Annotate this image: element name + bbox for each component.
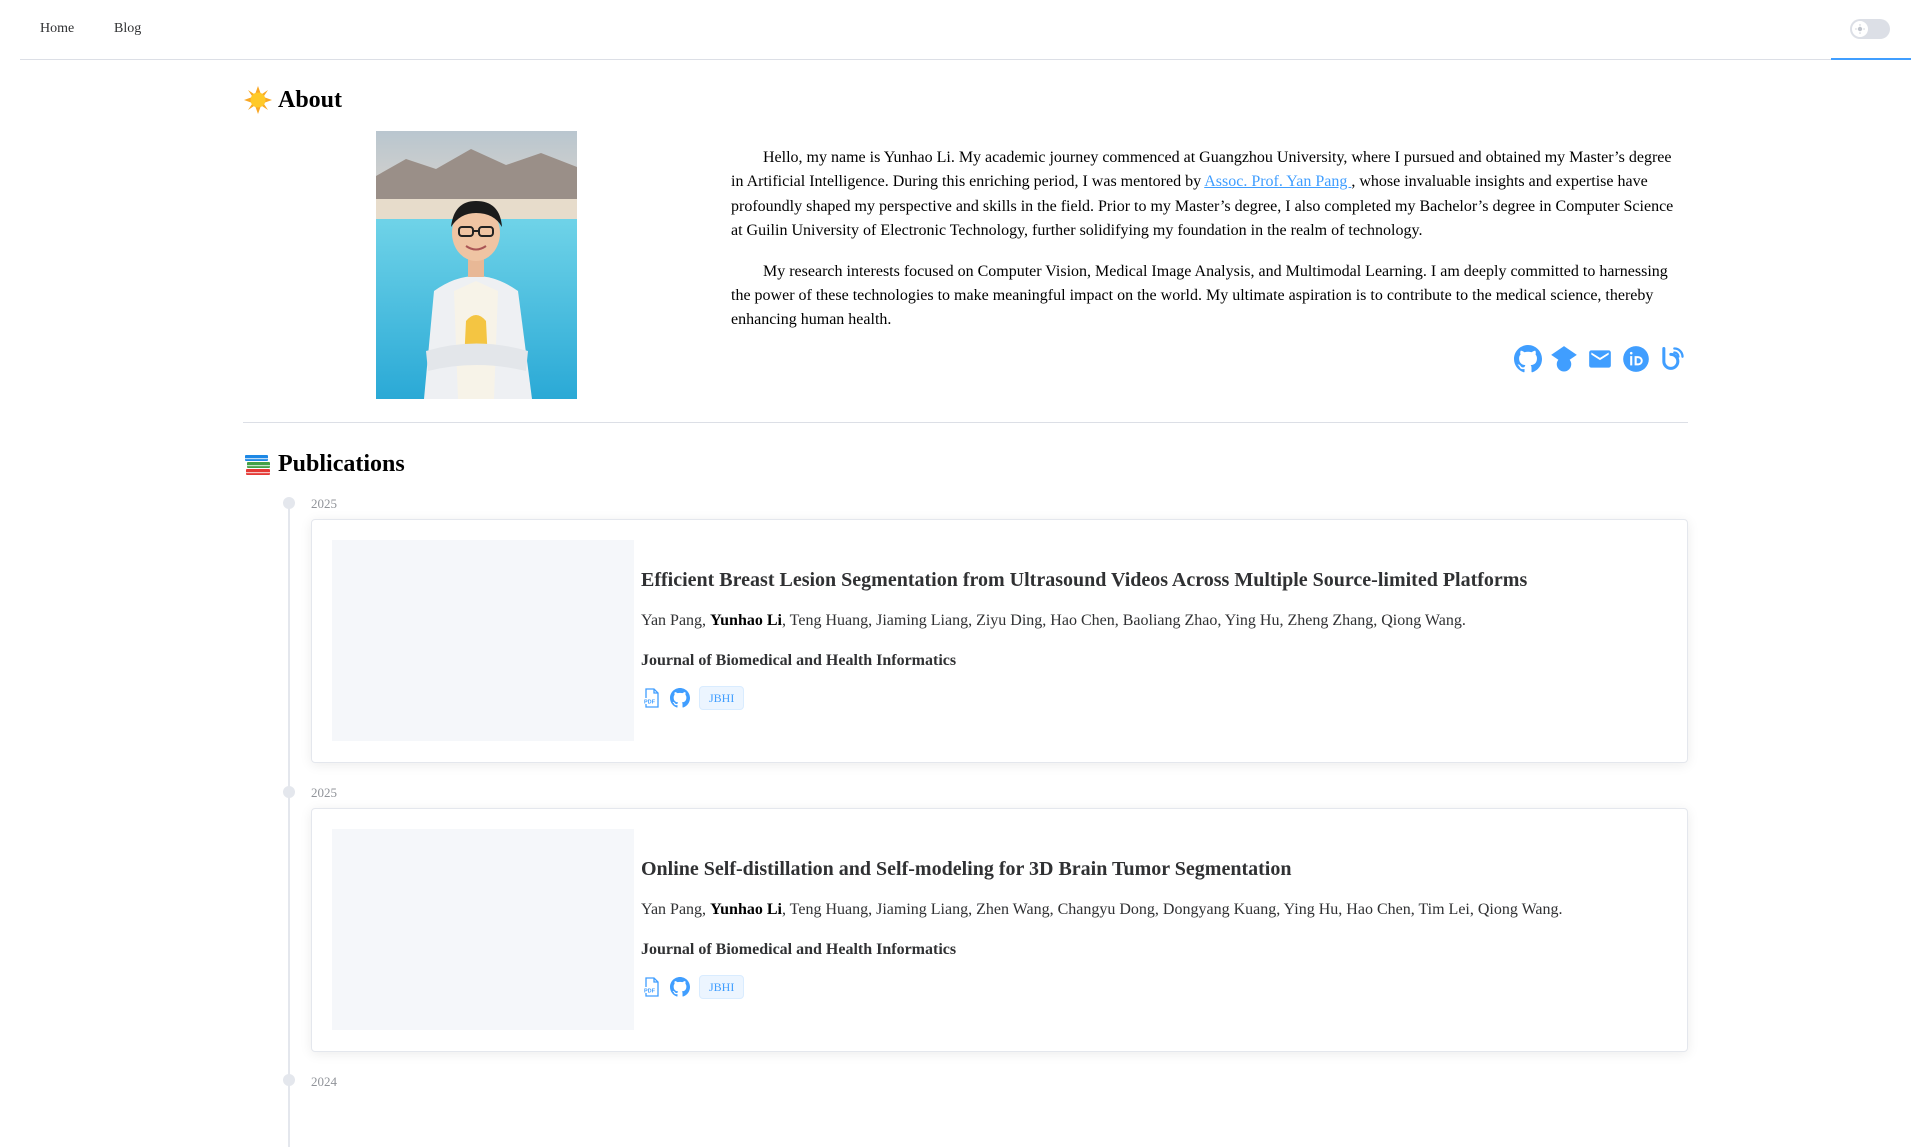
github-icon[interactable] bbox=[669, 976, 691, 998]
self-author: Yunhao Li bbox=[710, 612, 782, 629]
profile-photo bbox=[376, 131, 577, 399]
publications-heading: Publications bbox=[243, 444, 405, 484]
section-divider bbox=[243, 422, 1688, 423]
github-icon[interactable] bbox=[1513, 344, 1543, 374]
about-paragraph-1: Hello, my name is Yunhao Li. My academic… bbox=[731, 149, 1674, 240]
sun-with-face-icon bbox=[243, 85, 273, 115]
publication-venue: Journal of Biomedical and Health Informa… bbox=[641, 652, 957, 669]
timeline-line bbox=[288, 507, 290, 1147]
books-icon bbox=[243, 449, 273, 479]
pdf-icon[interactable]: PDF bbox=[641, 687, 663, 709]
nav-home[interactable]: Home bbox=[40, 0, 74, 59]
venue-tag[interactable]: JBHI bbox=[699, 975, 745, 999]
timeline-dot bbox=[283, 786, 295, 798]
blog-icon[interactable] bbox=[1657, 344, 1687, 374]
publication-card: Online Self-distillation and Self-modeli… bbox=[311, 808, 1688, 1052]
timeline-date: 2025 bbox=[311, 785, 337, 800]
publication-card: Efficient Breast Lesion Segmentation fro… bbox=[311, 519, 1688, 763]
publication-title[interactable]: Efficient Breast Lesion Segmentation fro… bbox=[641, 568, 1671, 592]
publication-links: PDF JBHI bbox=[641, 685, 1671, 711]
publication-body: Efficient Breast Lesion Segmentation fro… bbox=[641, 568, 1671, 711]
top-navbar: Home Blog bbox=[20, 0, 1911, 60]
nav-theme-item bbox=[1831, 0, 1911, 60]
email-icon[interactable] bbox=[1585, 344, 1615, 374]
publication-authors: Yan Pang, Yunhao Li, Teng Huang, Jiaming… bbox=[641, 901, 1563, 918]
timeline-date: 2025 bbox=[311, 496, 337, 511]
mentor-link[interactable]: Assoc. Prof. Yan Pang bbox=[1204, 173, 1351, 190]
nav-blog[interactable]: Blog bbox=[114, 0, 141, 59]
google-scholar-icon[interactable] bbox=[1549, 344, 1579, 374]
publication-body: Online Self-distillation and Self-modeli… bbox=[641, 857, 1671, 1000]
publication-authors: Yan Pang, Yunhao Li, Teng Huang, Jiaming… bbox=[641, 612, 1466, 629]
publication-title[interactable]: Online Self-distillation and Self-modeli… bbox=[641, 857, 1671, 881]
venue-tag[interactable]: JBHI bbox=[699, 686, 745, 710]
svg-text:PDF: PDF bbox=[644, 700, 656, 706]
publication-thumbnail bbox=[332, 829, 634, 1030]
timeline-date: 2024 bbox=[311, 1074, 337, 1089]
publications-heading-text: Publications bbox=[278, 451, 405, 477]
self-author: Yunhao Li bbox=[710, 901, 782, 918]
toggle-knob bbox=[1852, 21, 1868, 37]
about-description: Hello, my name is Yunhao Li. My academic… bbox=[731, 146, 1686, 349]
orcid-icon[interactable] bbox=[1621, 344, 1651, 374]
pdf-icon[interactable]: PDF bbox=[641, 976, 663, 998]
about-heading: About bbox=[243, 80, 342, 120]
sun-icon bbox=[1855, 24, 1865, 34]
publication-venue: Journal of Biomedical and Health Informa… bbox=[641, 941, 957, 958]
about-heading-text: About bbox=[278, 87, 343, 113]
dark-mode-toggle[interactable] bbox=[1850, 19, 1890, 39]
github-icon[interactable] bbox=[669, 687, 691, 709]
timeline-dot bbox=[283, 497, 295, 509]
svg-text:PDF: PDF bbox=[644, 989, 656, 995]
about-paragraph-2: My research interests focused on Compute… bbox=[731, 262, 1668, 329]
timeline-dot bbox=[283, 1074, 295, 1086]
publication-links: PDF JBHI bbox=[641, 974, 1671, 1000]
social-links bbox=[1513, 344, 1687, 376]
publication-thumbnail bbox=[332, 540, 634, 741]
